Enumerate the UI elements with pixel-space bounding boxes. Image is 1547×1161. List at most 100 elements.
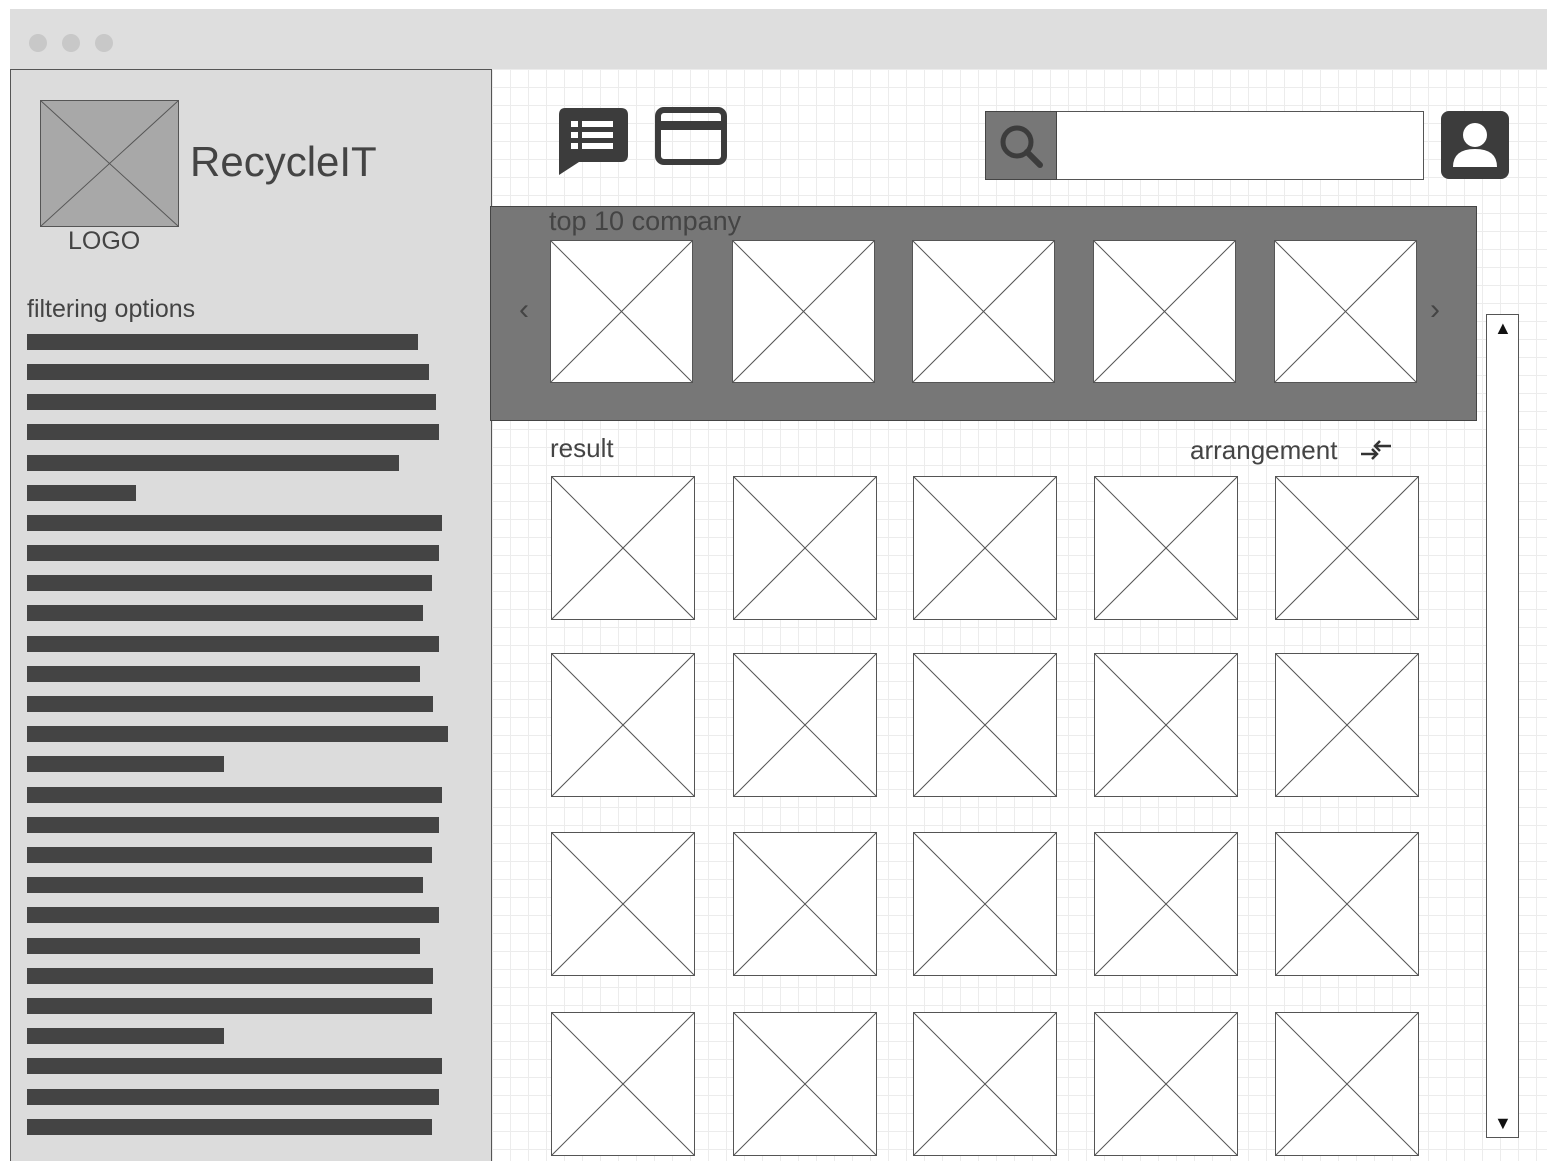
logo-label: LOGO [68, 227, 141, 255]
carousel-title: top 10 company [549, 206, 742, 236]
image-placeholder-icon [733, 241, 874, 382]
search-button[interactable] [985, 111, 1057, 180]
filter-option[interactable] [27, 1089, 439, 1105]
result-card[interactable] [913, 832, 1057, 976]
carousel-next-button[interactable]: › [1430, 295, 1440, 325]
image-placeholder-icon [914, 654, 1056, 796]
arrangement-button[interactable]: arrangement [1190, 435, 1337, 466]
image-placeholder-icon [734, 1013, 876, 1155]
result-card[interactable] [1275, 1012, 1419, 1156]
filter-option[interactable] [27, 545, 439, 561]
filter-option[interactable] [27, 605, 423, 621]
image-placeholder-icon [1276, 833, 1418, 975]
image-placeholder-icon [551, 241, 692, 382]
app-title: RecycleIT [190, 138, 377, 185]
list-message-icon[interactable] [557, 107, 629, 177]
result-card[interactable] [913, 476, 1057, 620]
filter-option[interactable] [27, 787, 442, 803]
result-card[interactable] [1094, 653, 1238, 797]
window-maximize-dot[interactable] [95, 34, 113, 52]
window-title-bar [10, 9, 1547, 69]
filter-option[interactable] [27, 726, 448, 742]
scroll-down-button[interactable]: ▼ [1494, 1113, 1512, 1134]
profile-button[interactable] [1441, 111, 1509, 179]
result-card[interactable] [1275, 653, 1419, 797]
image-placeholder-icon [1095, 477, 1237, 619]
result-card[interactable] [1094, 476, 1238, 620]
result-card[interactable] [1275, 832, 1419, 976]
image-placeholder-icon [1276, 1013, 1418, 1155]
filter-option[interactable] [27, 394, 436, 410]
filter-option[interactable] [27, 455, 399, 471]
result-card[interactable] [733, 1012, 877, 1156]
filter-option[interactable] [27, 515, 442, 531]
result-card[interactable] [913, 1012, 1057, 1156]
filter-option[interactable] [27, 998, 432, 1014]
window-close-dot[interactable] [29, 34, 47, 52]
image-placeholder-icon [552, 477, 694, 619]
filter-option[interactable] [27, 1028, 224, 1044]
image-placeholder-icon [1276, 654, 1418, 796]
filter-option[interactable] [27, 907, 439, 923]
image-placeholder-icon [914, 833, 1056, 975]
image-placeholder-icon [1095, 1013, 1237, 1155]
result-card[interactable] [551, 476, 695, 620]
image-placeholder-icon [1094, 241, 1235, 382]
filter-option[interactable] [27, 1119, 432, 1135]
result-card[interactable] [551, 1012, 695, 1156]
scroll-up-button[interactable]: ▲ [1494, 318, 1512, 339]
filter-option[interactable] [27, 424, 439, 440]
company-card[interactable] [550, 240, 693, 383]
image-placeholder-icon [552, 654, 694, 796]
filter-option[interactable] [27, 636, 439, 652]
image-placeholder-icon [1275, 241, 1416, 382]
image-placeholder-icon [552, 1013, 694, 1155]
result-card[interactable] [551, 832, 695, 976]
image-placeholder-icon [1095, 833, 1237, 975]
window-minimize-dot[interactable] [62, 34, 80, 52]
result-card[interactable] [1094, 1012, 1238, 1156]
filter-option[interactable] [27, 575, 432, 591]
image-placeholder-icon [1095, 654, 1237, 796]
image-placeholder-icon [734, 654, 876, 796]
filter-option[interactable] [27, 666, 420, 682]
user-icon [1453, 123, 1497, 167]
filter-option[interactable] [27, 817, 439, 833]
search-icon [1000, 125, 1043, 168]
company-card[interactable] [1093, 240, 1236, 383]
filter-option[interactable] [27, 968, 433, 984]
company-card[interactable] [732, 240, 875, 383]
image-placeholder-icon [913, 241, 1054, 382]
company-card[interactable] [1274, 240, 1417, 383]
result-card[interactable] [1094, 832, 1238, 976]
result-card[interactable] [1275, 476, 1419, 620]
image-placeholder-icon [914, 1013, 1056, 1155]
filter-option[interactable] [27, 485, 136, 501]
filter-option[interactable] [27, 756, 224, 772]
filter-option[interactable] [27, 696, 433, 712]
filter-option[interactable] [27, 877, 423, 893]
carousel-prev-button[interactable]: ‹ [519, 295, 529, 325]
search-input[interactable] [1057, 111, 1424, 180]
filter-option[interactable] [27, 334, 418, 350]
image-placeholder-icon [914, 477, 1056, 619]
filter-option[interactable] [27, 364, 429, 380]
sort-arrows-icon[interactable] [1358, 438, 1394, 462]
image-placeholder-icon [41, 101, 178, 226]
result-card[interactable] [733, 832, 877, 976]
result-label: result [550, 433, 614, 463]
result-card[interactable] [913, 653, 1057, 797]
image-placeholder-icon [734, 833, 876, 975]
result-card[interactable] [551, 653, 695, 797]
image-placeholder-icon [552, 833, 694, 975]
image-placeholder-icon [1276, 477, 1418, 619]
vertical-scrollbar[interactable] [1486, 314, 1519, 1138]
filter-heading: filtering options [27, 295, 196, 323]
result-card[interactable] [733, 653, 877, 797]
filter-option[interactable] [27, 938, 420, 954]
filter-option[interactable] [27, 847, 432, 863]
result-card[interactable] [733, 476, 877, 620]
filter-option[interactable] [27, 1058, 442, 1074]
company-card[interactable] [912, 240, 1055, 383]
card-icon[interactable] [655, 107, 727, 165]
